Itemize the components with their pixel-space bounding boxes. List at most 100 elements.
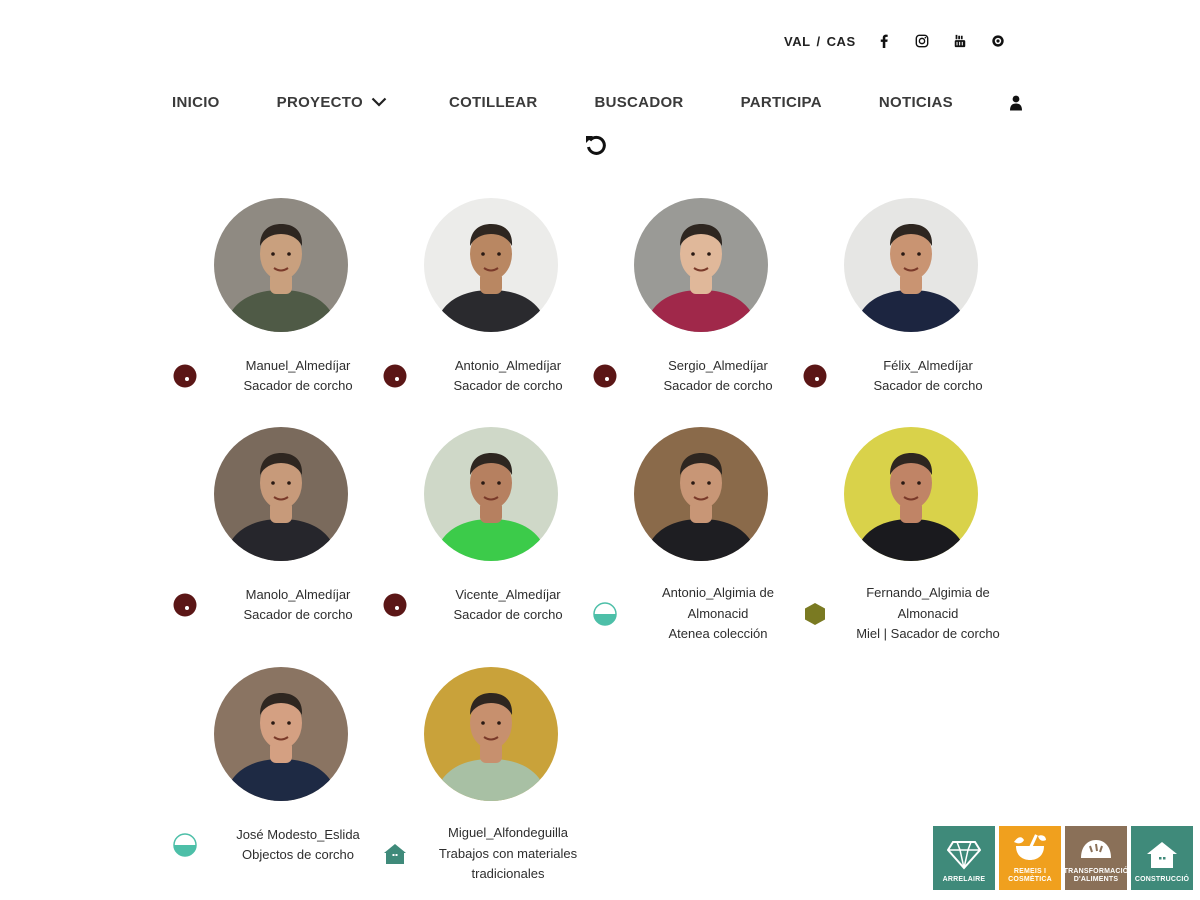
person-meta: Antonio_Algimia de Almonacid Atenea colecc… (593, 583, 806, 645)
person-text: Fernando_Algimia de Almonacid Miel | Sacad… (822, 583, 1000, 645)
person-photo[interactable] (214, 427, 348, 561)
dot-category-icon (382, 592, 408, 618)
category-label: REMEIS I COSMÈTICA (1008, 868, 1052, 883)
category-construccio[interactable]: CONSTRUCCIÓ (1131, 826, 1193, 890)
half-circle-category-icon (172, 832, 198, 858)
person-role: Sacador de corcho (243, 607, 353, 622)
nav-item-inicio[interactable]: INICIO (172, 94, 220, 111)
person-meta: Manolo_Almedíjar Sacador de corcho (173, 583, 386, 627)
facebook-icon[interactable] (876, 33, 892, 49)
nav-item-buscador[interactable]: BUSCADOR (594, 94, 683, 111)
nav-label: PROYECTO (276, 94, 363, 111)
person-role: Sacador de corcho (663, 378, 773, 393)
person-card[interactable]: Fernando_Algimia de Almonacid Miel | Sacad… (805, 427, 1016, 645)
person-text: Félix_Almedíjar Sacador de corcho (839, 356, 982, 397)
person-role: Atenea colección (668, 626, 768, 641)
page: VAL / CAS INICIO PROYECTO COTILLEAR BUSC… (0, 0, 1200, 900)
person-text: Miguel_Alfondeguilla Trabajos con materia… (405, 823, 577, 885)
person-text: Antonio_Algimia de Almonacid Atenea colecc… (628, 583, 774, 645)
person-photo[interactable] (424, 427, 558, 561)
person-name: Manuel_Almedíjar (245, 357, 351, 373)
person-card[interactable]: Félix_Almedíjar Sacador de corcho (803, 198, 1016, 398)
person-text: Vicente_Almedíjar Sacador de corcho (419, 585, 562, 626)
nav-item-cotillear[interactable]: COTILLEAR (449, 94, 538, 111)
category-label: TRANSFORMACIÓ D'ALIMENTS (1063, 868, 1129, 883)
lang-val-link[interactable]: VAL (784, 34, 811, 49)
person-card[interactable]: Manuel_Almedíjar Sacador de corcho (173, 198, 386, 398)
person-meta: Miguel_Alfondeguilla Trabajos con materia… (384, 823, 596, 885)
user-icon[interactable] (1009, 95, 1023, 111)
person-meta: Félix_Almedíjar Sacador de corcho (803, 354, 1016, 398)
person-meta: Manuel_Almedíjar Sacador de corcho (173, 354, 386, 398)
person-name: Antonio_Almedíjar (454, 357, 562, 373)
reset-icon[interactable] (583, 132, 609, 158)
person-meta: Fernando_Algimia de Almonacid Miel | Sacad… (805, 583, 1016, 645)
main-nav: INICIO PROYECTO COTILLEAR BUSCADOR PARTI… (172, 94, 1023, 111)
mortar-icon (1014, 834, 1046, 860)
language-switcher: VAL / CAS (784, 34, 856, 49)
nav-label: BUSCADOR (594, 94, 684, 111)
person-text: Manolo_Almedíjar Sacador de corcho (209, 585, 352, 626)
person-name: Miguel_Alfondeguilla (448, 825, 568, 840)
top-bar: VAL / CAS (784, 30, 1028, 52)
person-photo[interactable] (424, 198, 558, 332)
youtube-icon[interactable] (952, 33, 968, 49)
person-text: Sergio_Almedíjar Sacador de corcho (629, 356, 772, 397)
person-card[interactable]: Antonio_Algimia de Almonacid Atenea colecc… (593, 427, 806, 645)
house-icon (1147, 842, 1177, 868)
person-name: Sergio_Almedíjar (668, 357, 768, 373)
person-photo[interactable] (844, 198, 978, 332)
person-name: José Modesto_Eslida (236, 826, 360, 842)
person-text: Manuel_Almedíjar Sacador de corcho (209, 356, 352, 397)
person-photo[interactable] (214, 198, 348, 332)
person-photo[interactable] (634, 198, 768, 332)
person-role: Sacador de corcho (873, 378, 983, 393)
person-role: Sacador de corcho (243, 378, 353, 393)
house-category-icon (382, 841, 408, 867)
person-photo[interactable] (844, 427, 978, 561)
person-text: José Modesto_Eslida Objectos de corcho (202, 825, 360, 866)
category-transformacio[interactable]: TRANSFORMACIÓ D'ALIMENTS (1063, 826, 1129, 890)
person-role: Miel | Sacador de corcho (856, 626, 1000, 641)
person-meta: Antonio_Almedíjar Sacador de corcho (383, 354, 596, 398)
dot-category-icon (172, 592, 198, 618)
person-name: Manolo_Almedíjar (245, 586, 351, 602)
person-photo[interactable] (634, 427, 768, 561)
nav-item-participa[interactable]: PARTICIPA (741, 94, 822, 111)
category-label: ARRELAIRE (942, 876, 986, 883)
person-card[interactable]: Manolo_Almedíjar Sacador de corcho (173, 427, 386, 627)
person-card[interactable]: Miguel_Alfondeguilla Trabajos con materia… (384, 667, 596, 885)
person-name: Fernando_Algimia de (866, 585, 990, 600)
person-meta: José Modesto_Eslida Objectos de corcho (173, 823, 386, 867)
person-photo[interactable] (424, 667, 558, 801)
tripadvisor-icon[interactable] (990, 33, 1006, 49)
dot-category-icon (172, 363, 198, 389)
person-card[interactable]: Sergio_Almedíjar Sacador de corcho (593, 198, 806, 398)
nav-item-proyecto[interactable]: PROYECTO (277, 94, 387, 111)
category-bar: ARRELAIRE REMEIS I COSMÈTICA TRANSFORMAC… (933, 826, 1197, 890)
person-card[interactable]: Vicente_Almedíjar Sacador de corcho (383, 427, 596, 627)
person-role: Sacador de corcho (453, 607, 563, 622)
category-arrelaire[interactable]: ARRELAIRE (933, 826, 995, 890)
person-name: Vicente_Almedíjar (455, 586, 561, 602)
category-remeis[interactable]: REMEIS I COSMÈTICA (999, 826, 1061, 890)
person-text: Antonio_Almedíjar Sacador de corcho (419, 356, 562, 397)
nav-label: NOTICIAS (878, 94, 953, 111)
nav-item-noticias[interactable]: NOTICIAS (879, 94, 953, 111)
dot-category-icon (382, 363, 408, 389)
person-role: Objectos de corcho (241, 847, 354, 862)
person-card[interactable]: José Modesto_Eslida Objectos de corcho (173, 667, 386, 867)
person-photo[interactable] (214, 667, 348, 801)
dot-category-icon (802, 363, 828, 389)
nav-label: PARTICIPA (740, 94, 822, 111)
person-role: Trabajos con materiales (438, 845, 578, 861)
instagram-icon[interactable] (914, 33, 930, 49)
nav-label: INICIO (172, 94, 220, 111)
person-name-line2: Almonacid (897, 605, 959, 621)
person-role: Sacador de corcho (453, 378, 563, 393)
dot-category-icon (592, 363, 618, 389)
person-card[interactable]: Antonio_Almedíjar Sacador de corcho (383, 198, 596, 398)
lang-cas-link[interactable]: CAS (827, 34, 856, 49)
category-label: CONSTRUCCIÓ (1134, 876, 1190, 883)
nav-label: COTILLEAR (448, 94, 538, 111)
